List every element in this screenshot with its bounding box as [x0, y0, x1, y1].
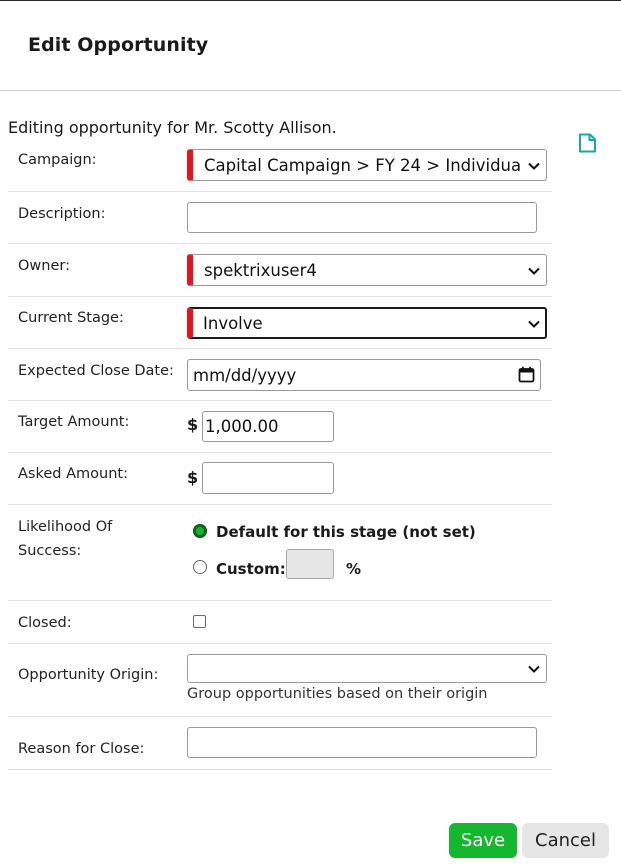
target-amount-value: 1,000.00: [205, 417, 279, 436]
row-campaign: Campaign: Capital Campaign > FY 24 > Ind…: [8, 139, 552, 192]
custom-percent-input[interactable]: [286, 549, 334, 579]
default-stage-label: Default for this stage (not set): [216, 523, 476, 541]
row-current-stage: Current Stage: Involve: [8, 297, 552, 349]
description-label: Description:: [18, 206, 106, 222]
asked-amount-input[interactable]: [202, 462, 334, 494]
stage-label: Current Stage:: [18, 310, 124, 326]
chevron-down-icon: [528, 665, 540, 673]
campaign-label: Campaign:: [18, 152, 97, 168]
origin-select[interactable]: [187, 654, 547, 683]
owner-value: spektrixuser4: [204, 261, 317, 280]
close-date-placeholder: mm/dd/yyyy: [193, 366, 297, 385]
asked-currency-symbol: $: [187, 468, 199, 487]
intro-text: Editing opportunity for Mr. Scotty Allis…: [8, 118, 337, 137]
row-description: Description:: [8, 192, 552, 244]
target-amount-label: Target Amount:: [18, 414, 130, 430]
default-stage-radio[interactable]: [193, 524, 207, 538]
stage-select[interactable]: Involve: [187, 307, 547, 339]
edit-opportunity-dialog: Edit Opportunity Editing opportunity for…: [0, 0, 621, 868]
likelihood-label-line1: Likelihood Of: [18, 519, 113, 535]
likelihood-label-line2: Success:: [18, 543, 82, 559]
owner-select[interactable]: spektrixuser4: [187, 254, 547, 286]
chevron-down-icon: [528, 267, 540, 275]
target-currency-symbol: $: [187, 415, 199, 434]
custom-radio[interactable]: [193, 560, 207, 574]
origin-hint: Group opportunities based on their origi…: [187, 686, 488, 702]
row-target-amount: Target Amount: $ 1,000.00: [8, 401, 552, 453]
description-input[interactable]: [187, 202, 537, 233]
origin-label: Opportunity Origin:: [18, 667, 159, 683]
row-origin: Opportunity Origin: Group opportunities …: [8, 644, 552, 717]
close-date-input[interactable]: mm/dd/yyyy: [187, 359, 541, 391]
save-button[interactable]: Save: [449, 823, 517, 858]
dialog-title: Edit Opportunity: [28, 34, 209, 56]
row-reason-close: Reason for Close:: [8, 717, 552, 770]
custom-label: Custom:: [216, 560, 286, 578]
opportunity-form: Campaign: Capital Campaign > FY 24 > Ind…: [8, 139, 552, 770]
row-likelihood: Likelihood Of Success: Default for this …: [8, 505, 552, 601]
document-icon[interactable]: [577, 133, 597, 153]
stage-value: Involve: [203, 314, 263, 333]
calendar-icon[interactable]: [518, 366, 535, 383]
campaign-value: Capital Campaign > FY 24 > Individual: [204, 156, 520, 175]
closed-label: Closed:: [18, 615, 72, 631]
target-amount-input[interactable]: 1,000.00: [202, 411, 334, 442]
chevron-down-icon: [528, 162, 540, 170]
dialog-header: Edit Opportunity: [0, 1, 621, 91]
percent-sign: %: [346, 560, 362, 578]
chevron-down-icon: [528, 320, 540, 328]
row-close-date: Expected Close Date: mm/dd/yyyy: [8, 349, 552, 401]
row-asked-amount: Asked Amount: $: [8, 453, 552, 505]
row-owner: Owner: spektrixuser4: [8, 244, 552, 297]
close-date-label: Expected Close Date:: [18, 363, 174, 379]
campaign-select[interactable]: Capital Campaign > FY 24 > Individual: [187, 149, 547, 181]
closed-checkbox[interactable]: [193, 615, 206, 628]
reason-close-input[interactable]: [187, 727, 537, 758]
asked-amount-label: Asked Amount:: [18, 466, 128, 482]
reason-close-label: Reason for Close:: [18, 741, 145, 757]
cancel-button[interactable]: Cancel: [522, 823, 609, 858]
row-closed: Closed:: [8, 601, 552, 644]
owner-label: Owner:: [18, 258, 70, 274]
